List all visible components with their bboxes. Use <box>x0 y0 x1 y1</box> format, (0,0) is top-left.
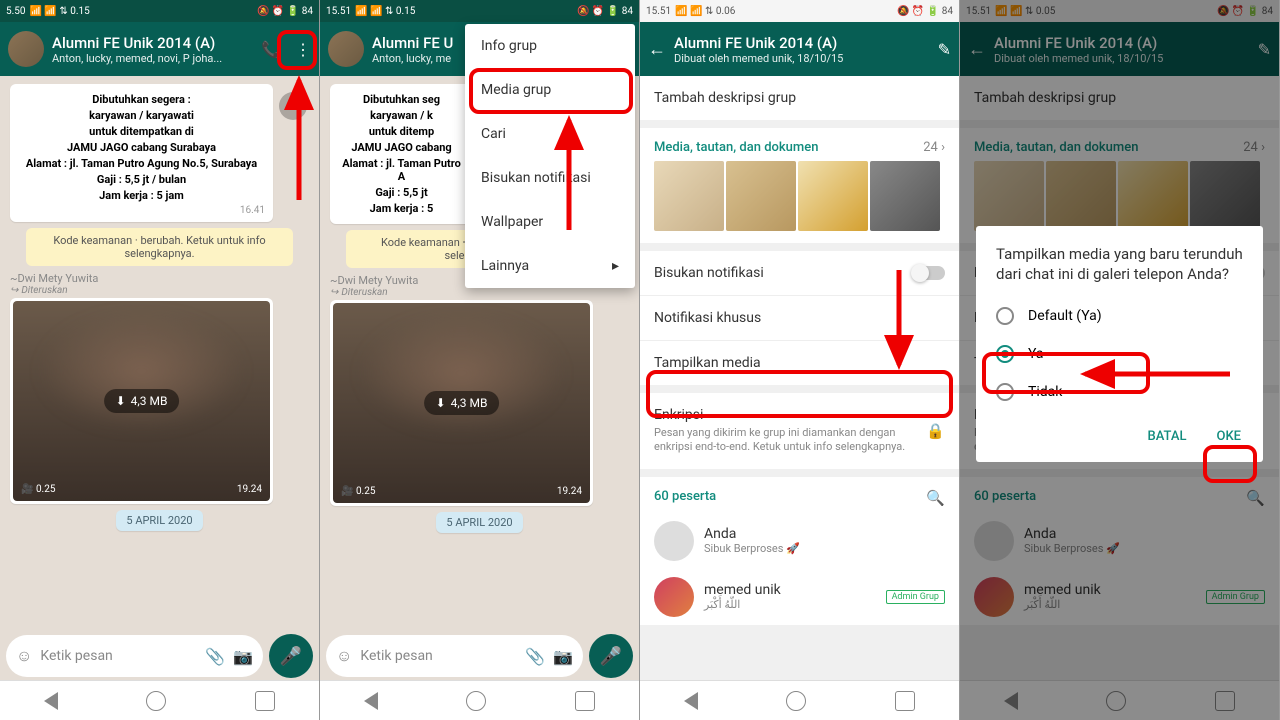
emoji-icon[interactable]: ☺ <box>16 646 32 666</box>
search-icon[interactable]: 🔍 <box>926 489 945 507</box>
show-media-row[interactable]: Tampilkan media <box>640 341 959 385</box>
back-icon[interactable]: ← <box>648 39 666 60</box>
group-avatar[interactable] <box>8 31 44 67</box>
encryption-row[interactable]: EnkripsiPesan yang dikirim ke grup ini d… <box>640 393 959 469</box>
mute-row[interactable]: Bisukan notifikasi <box>640 251 959 296</box>
group-title: Alumni FE Unik 2014 (A) <box>52 34 253 52</box>
edit-icon[interactable]: ✎ <box>938 40 951 59</box>
status-bar: 15.51📶 📶 ⇅ 0.15 🔕 ⏰ 🔋 84 <box>320 0 639 22</box>
status-bar: 15.51📶 📶 ⇅ 0.06 🔕 ⏰ 🔋 84 <box>640 0 959 22</box>
message-in[interactable]: Dibutuhkan segera : karyawan / karyawati… <box>10 84 273 222</box>
input-bar: ☺ Ketik pesan 📎 📷 🎤 <box>0 632 319 680</box>
chat-body[interactable]: Dibutuhkan segera : karyawan / karyawati… <box>0 76 319 636</box>
mic-button[interactable]: 🎤 <box>269 634 313 678</box>
video-message[interactable]: ⬇ 4,3 MB 🎥 0.2519.24 <box>10 298 273 504</box>
message-in[interactable]: Dibutuhkan seg karyawan / k untuk ditemp… <box>330 84 473 224</box>
menu-info-grup[interactable]: Info grup <box>465 24 635 68</box>
message-input[interactable]: ☺Ketik pesan📎📷 <box>326 635 583 677</box>
option-yes[interactable]: Ya <box>976 335 1263 373</box>
admin-badge: Admin Grup <box>886 590 945 604</box>
lock-icon: 🔒 <box>926 422 945 440</box>
attach-icon[interactable]: 📎 <box>205 647 225 666</box>
security-notice[interactable]: Kode keamanan · berubah. Ketuk untuk inf… <box>26 228 293 266</box>
camera-icon[interactable]: 📷 <box>233 647 253 666</box>
date-pill: 5 APRIL 2020 <box>116 510 202 531</box>
group-avatar[interactable] <box>328 31 364 67</box>
mute-toggle[interactable] <box>913 266 945 280</box>
menu-bisukan[interactable]: Bisukan notifikasi <box>465 156 635 200</box>
media-thumbnails[interactable] <box>640 161 959 243</box>
media-visibility-dialog: Tampilkan media yang baru terunduh dari … <box>976 226 1263 462</box>
info-body[interactable]: Tambah deskripsi grup Media, tautan, dan… <box>640 76 959 720</box>
ok-button[interactable]: OKE <box>1206 421 1251 452</box>
screen-1-chat: 5.50📶 📶 ⇅ 0.15 🔕 ⏰ 🔋 84 Alumni FE Unik 2… <box>0 0 320 720</box>
participants-header: 60 peserta🔍 <box>640 477 959 513</box>
participant-you[interactable]: AndaSibuk Berproses 🚀 <box>640 513 959 569</box>
forward-icon[interactable]: ➦ <box>279 92 307 120</box>
cancel-button[interactable]: BATAL <box>1137 421 1196 452</box>
status-bar: 5.50📶 📶 ⇅ 0.15 🔕 ⏰ 🔋 84 <box>0 0 319 22</box>
forwarded-label: ↪ Diteruskan <box>10 285 313 296</box>
chat-header[interactable]: Alumni FE Unik 2014 (A) Anton, lucky, me… <box>0 22 319 76</box>
option-default[interactable]: Default (Ya) <box>976 297 1263 335</box>
screen-4-dialog: 15.51📶 📶 ⇅ 0.05 🔕 ⏰ 🔋 84 ← Alumni FE Uni… <box>960 0 1280 720</box>
download-button[interactable]: ⬇ 4,3 MB <box>104 389 180 413</box>
avatar <box>654 521 694 561</box>
overflow-menu: Info grup Media grup Cari Bisukan notifi… <box>465 24 635 288</box>
menu-media-grup[interactable]: Media grup <box>465 68 635 112</box>
media-section-header[interactable]: Media, tautan, dan dokumen24 › <box>640 128 959 161</box>
call-icon[interactable]: 📞 <box>261 40 281 59</box>
video-message[interactable]: ⬇ 4,3 MB 🎥 0.2519.24 <box>330 300 593 506</box>
nav-bar <box>0 680 319 720</box>
menu-cari[interactable]: Cari <box>465 112 635 156</box>
participant-memed[interactable]: memed unikاللّهُ أَكْبَر Admin Grup <box>640 569 959 625</box>
dialog-title: Tampilkan media yang baru terunduh dari … <box>976 244 1263 297</box>
add-description[interactable]: Tambah deskripsi grup <box>640 76 959 120</box>
custom-notif-row[interactable]: Notifikasi khusus <box>640 296 959 341</box>
message-input[interactable]: ☺ Ketik pesan 📎 📷 <box>6 635 263 677</box>
menu-wallpaper[interactable]: Wallpaper <box>465 200 635 244</box>
screen-2-menu: 15.51📶 📶 ⇅ 0.15 🔕 ⏰ 🔋 84 Alumni FE U Ant… <box>320 0 640 720</box>
avatar <box>654 577 694 617</box>
info-header: ← Alumni FE Unik 2014 (A) Dibuat oleh me… <box>640 22 959 76</box>
mic-button[interactable]: 🎤 <box>589 634 633 678</box>
menu-lainnya[interactable]: Lainnya▸ <box>465 244 635 288</box>
more-icon[interactable]: ⋮ <box>295 40 311 59</box>
sender-name: ~Dwi Mety Yuwita <box>10 272 309 285</box>
group-members: Anton, lucky, memed, novi, P joha... <box>52 52 253 65</box>
screen-3-info: 15.51📶 📶 ⇅ 0.06 🔕 ⏰ 🔋 84 ← Alumni FE Uni… <box>640 0 960 720</box>
option-no[interactable]: Tidak <box>976 373 1263 411</box>
